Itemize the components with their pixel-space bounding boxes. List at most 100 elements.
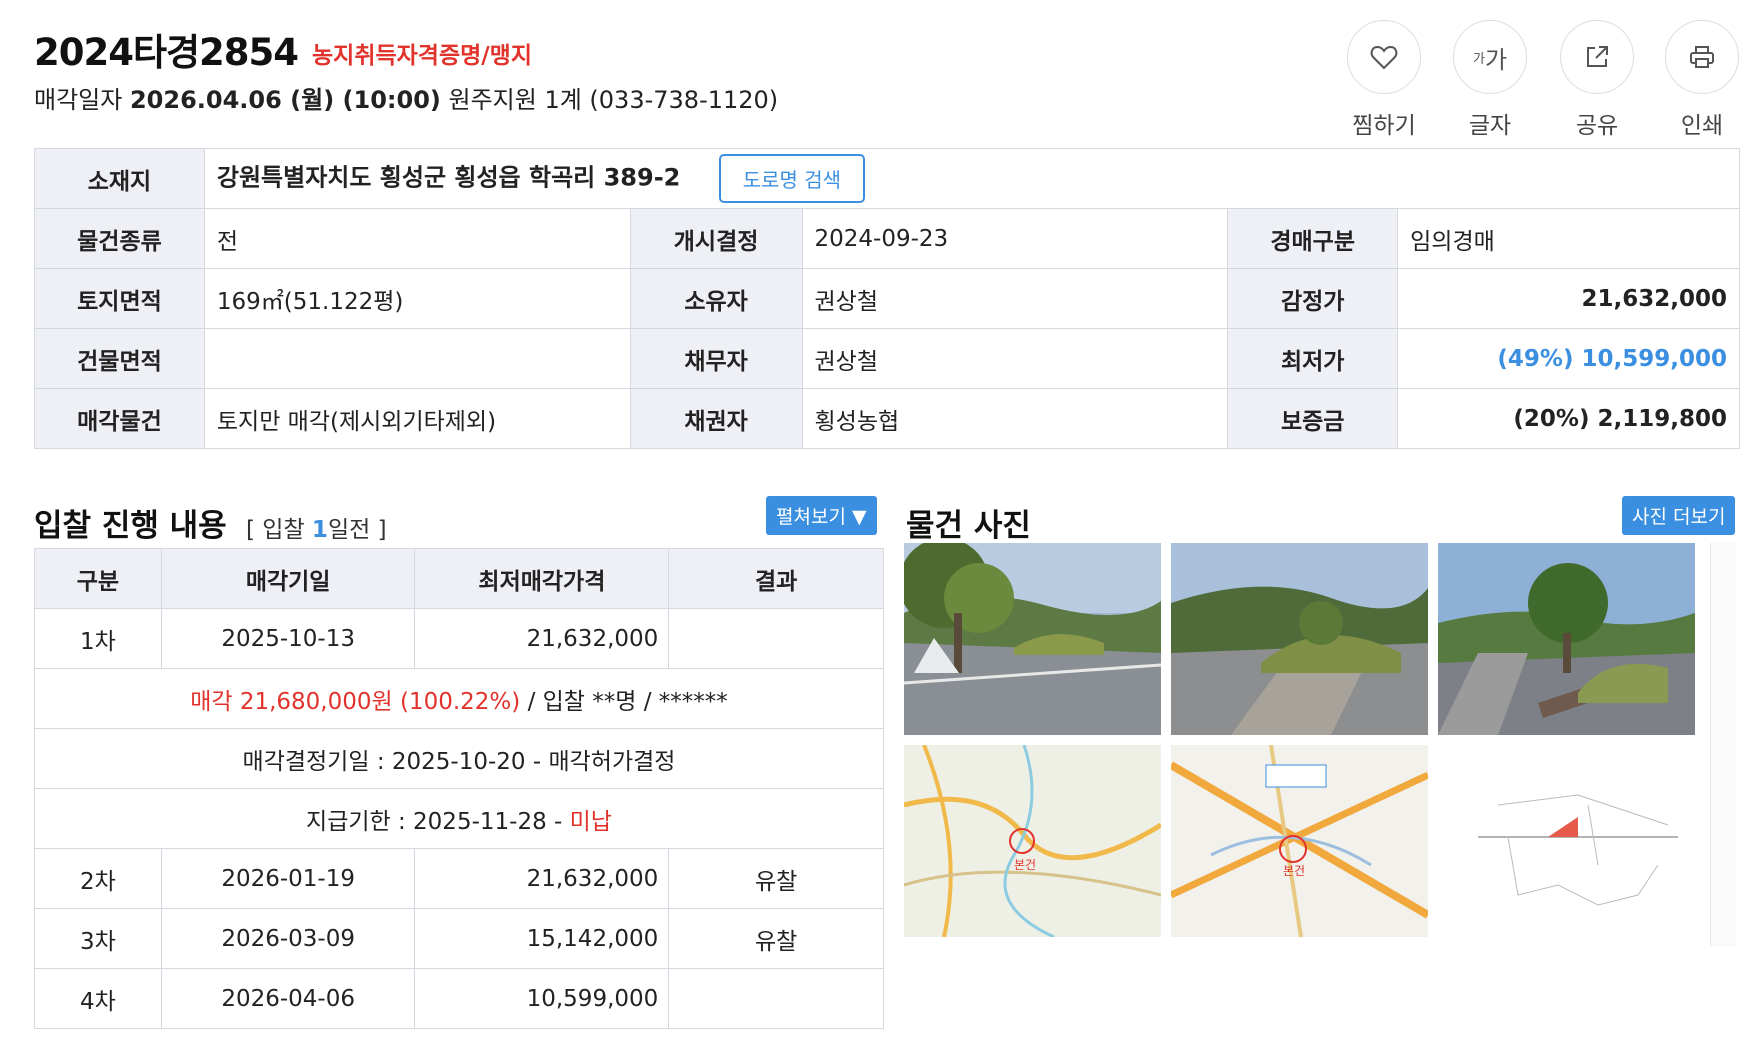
print-icon xyxy=(1665,20,1739,94)
property-photo[interactable] xyxy=(1438,543,1695,735)
date-cell: 2026-04-06 xyxy=(160,968,416,1029)
address-cell: 강원특별자치도 횡성군 횡성읍 학곡리 389-2 도로명 검색 xyxy=(203,148,1741,209)
payment-row: 지급기한 : 2025-11-28 - 미납 xyxy=(34,788,884,849)
bid-days-left: [ 입찰 1일전 ] xyxy=(246,510,387,544)
sale-info-line: 매각일자 2026.04.06 (월) (10:00) 원주지원 1계 (033… xyxy=(34,80,778,115)
info-header: 최저가 xyxy=(1227,328,1399,389)
round-cell: 3차 xyxy=(34,908,162,969)
info-header: 감정가 xyxy=(1227,268,1399,329)
property-photo[interactable] xyxy=(904,543,1161,735)
share-button[interactable]: 공유 xyxy=(1547,20,1647,140)
auction-type-value: 임의경매 xyxy=(1397,208,1740,269)
date-cell: 2025-10-13 xyxy=(160,608,416,669)
font-large-glyph: 가 xyxy=(1484,45,1508,74)
property-photo[interactable] xyxy=(1171,543,1428,735)
info-header: 개시결정 xyxy=(629,208,803,269)
price-cell: 21,632,000 xyxy=(414,608,670,669)
photos-section-title: 물건 사진 xyxy=(906,508,1031,544)
sale-item-value: 토지만 매각(제시외기타제외) xyxy=(203,388,631,449)
price-cell: 15,142,000 xyxy=(414,908,670,969)
bid-table-header: 구분 매각기일 최저매각가격 결과 xyxy=(34,548,884,609)
info-header: 소유자 xyxy=(629,268,803,329)
favorite-button[interactable]: 찜하기 xyxy=(1334,20,1434,140)
info-row: 물건종류 전 개시결정 2024-09-23 경매구분 임의경매 xyxy=(34,208,1740,269)
col-min-price: 최저매각가격 xyxy=(414,548,670,609)
road-name-search-button[interactable]: 도로명 검색 xyxy=(718,154,866,203)
sale-result-amount: 매각 21,680,000원 (100.22%) xyxy=(190,688,521,715)
cadastral-map[interactable] xyxy=(1438,745,1695,937)
bid-days-prefix: [ 입찰 xyxy=(246,517,312,543)
sale-result-cell: 매각 21,680,000원 (100.22%) / 입찰 **명 / ****… xyxy=(34,668,884,729)
round-cell: 2차 xyxy=(34,848,162,909)
building-area-value xyxy=(203,328,631,389)
address-row: 소재지 강원특별자치도 횡성군 횡성읍 학곡리 389-2 도로명 검색 xyxy=(34,148,1741,209)
info-header: 경매구분 xyxy=(1227,208,1399,269)
bid-section-title: 입찰 진행 내용 xyxy=(34,508,227,544)
payment-cell: 지급기한 : 2025-11-28 - 미납 xyxy=(34,788,884,849)
location-map[interactable]: 본건 xyxy=(1171,745,1428,937)
map-subject-label: 본건 xyxy=(1283,864,1305,878)
deposit-value: (20%) 2,119,800 xyxy=(1397,388,1740,449)
decision-row: 매각결정기일 : 2025-10-20 - 매각허가결정 xyxy=(34,728,884,789)
date-cell: 2026-03-09 xyxy=(160,908,416,969)
info-row: 매각물건 토지만 매각(제시외기타제외) 채권자 횡성농협 보증금 (20%) … xyxy=(34,388,1740,449)
land-area-value: 169㎡(51.122평) xyxy=(203,268,631,329)
print-label: 인쇄 xyxy=(1680,113,1724,139)
table-row: 4차 2026-04-06 10,599,000 xyxy=(34,968,884,1029)
appraisal-value: 21,632,000 xyxy=(1397,268,1740,329)
info-header: 보증금 xyxy=(1227,388,1399,449)
price-cell: 10,599,000 xyxy=(414,968,670,1029)
share-icon xyxy=(1560,20,1634,94)
court-info: 원주지원 1계 (033-738-1120) xyxy=(448,86,779,114)
table-row: 3차 2026-03-09 15,142,000 유찰 xyxy=(34,908,884,969)
col-round: 구분 xyxy=(34,548,162,609)
map-subject-label: 본건 xyxy=(1014,858,1036,872)
property-type-value: 전 xyxy=(203,208,631,269)
round-cell: 4차 xyxy=(34,968,162,1029)
minimum-price-value: (49%) 10,599,000 xyxy=(1397,328,1740,389)
expand-button[interactable]: 펼쳐보기 ▼ xyxy=(766,496,877,535)
info-header: 토지면적 xyxy=(34,268,205,329)
font-size-button[interactable]: 가가 글자 xyxy=(1440,20,1540,140)
price-cell: 21,632,000 xyxy=(414,848,670,909)
font-size-label: 글자 xyxy=(1468,113,1512,139)
action-buttons: 찜하기 가가 글자 공유 인쇄 xyxy=(1334,20,1764,139)
info-header: 매각물건 xyxy=(34,388,205,449)
location-map[interactable]: 본건 xyxy=(904,745,1161,937)
gallery-scrollbar[interactable] xyxy=(1710,543,1736,947)
photo-gallery: 본건 본건 xyxy=(904,543,1704,943)
col-result: 결과 xyxy=(668,548,884,609)
table-row: 2차 2026-01-19 21,632,000 유찰 xyxy=(34,848,884,909)
heart-icon xyxy=(1347,20,1421,94)
auction-detail-page: 2024타경2854 농지취득자격증명/맹지 매각일자 2026.04.06 (… xyxy=(0,0,1764,1050)
result-cell xyxy=(668,608,884,669)
bid-days-suffix: 일전 ] xyxy=(327,517,387,543)
debtor-value: 권상철 xyxy=(801,328,1229,389)
table-row: 1차 2025-10-13 21,632,000 xyxy=(34,608,884,669)
case-number: 2024타경2854 xyxy=(34,31,299,74)
payment-deadline: 지급기한 : 2025-11-28 - xyxy=(306,808,570,835)
print-button[interactable]: 인쇄 xyxy=(1652,20,1752,140)
bid-history-table: 구분 매각기일 최저매각가격 결과 1차 2025-10-13 21,632,0… xyxy=(34,548,884,1029)
sale-result-row: 매각 21,680,000원 (100.22%) / 입찰 **명 / ****… xyxy=(34,668,884,729)
result-cell xyxy=(668,968,884,1029)
address-value: 강원특별자치도 횡성군 횡성읍 학곡리 389-2 xyxy=(216,163,681,192)
decision-cell: 매각결정기일 : 2025-10-20 - 매각허가결정 xyxy=(34,728,884,789)
sale-result-detail: / 입찰 **명 / ****** xyxy=(520,688,728,715)
owner-value: 권상철 xyxy=(801,268,1229,329)
payment-status: 미납 xyxy=(569,808,612,835)
info-row: 토지면적 169㎡(51.122평) 소유자 권상철 감정가 21,632,00… xyxy=(34,268,1740,329)
share-label: 공유 xyxy=(1575,113,1619,139)
info-header: 건물면적 xyxy=(34,328,205,389)
address-label: 소재지 xyxy=(34,148,205,209)
sale-datetime: 2026.04.06 (월) (10:00) xyxy=(129,86,441,114)
round-cell: 1차 xyxy=(34,608,162,669)
more-photos-button[interactable]: 사진 더보기 xyxy=(1622,496,1736,535)
info-header: 물건종류 xyxy=(34,208,205,269)
case-tag: 농지취득자격증명/맹지 xyxy=(312,43,533,69)
result-cell: 유찰 xyxy=(668,848,884,909)
favorite-label: 찜하기 xyxy=(1352,113,1416,139)
creditor-value: 횡성농협 xyxy=(801,388,1229,449)
font-small-glyph: 가 xyxy=(1472,51,1485,67)
sale-label: 매각일자 xyxy=(34,86,123,114)
